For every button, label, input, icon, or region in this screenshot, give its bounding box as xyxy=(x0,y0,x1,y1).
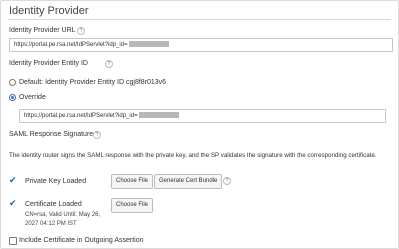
generate-cert-bundle-button[interactable]: Generate Cert Bundle xyxy=(154,174,223,189)
title-divider xyxy=(8,19,391,20)
include-cert-checkbox[interactable] xyxy=(9,237,17,245)
default-entity-radio[interactable] xyxy=(9,79,16,86)
redacted-block xyxy=(138,112,179,119)
private-key-help-icon[interactable]: ? xyxy=(223,177,231,185)
certificate-cn: CN=rsa, Valid Until: May 26, xyxy=(25,212,101,218)
entity-id-help-icon[interactable]: ? xyxy=(105,60,113,68)
idp-url-field[interactable]: https://portal.pe.rsa.net/IdPServlet?idp… xyxy=(9,38,393,52)
saml-signature-label: SAML Response Signature xyxy=(9,131,94,138)
certificate-choose-file-button[interactable]: Choose File xyxy=(111,198,154,213)
certificate-status: Certificate Loaded xyxy=(25,201,82,208)
default-entity-label: Default: Identity Provider Entity ID cgj… xyxy=(19,79,167,86)
entity-id-label: Identity Provider Entity ID xyxy=(9,60,88,67)
identity-provider-panel: Identity Provider Identity Provider URL … xyxy=(0,0,399,249)
override-entity-field[interactable]: https://portal.pe.rsa.net/IdPServlet?idp… xyxy=(19,109,386,123)
idp-url-label: Identity Provider URL xyxy=(9,27,76,34)
override-radio[interactable] xyxy=(9,94,16,101)
saml-signature-help-icon[interactable]: ? xyxy=(93,131,101,139)
idp-url-value: https://portal.pe.rsa.net/IdPServlet?idp… xyxy=(14,42,128,48)
include-cert-label: Include Certificate in Outgoing Assertio… xyxy=(19,237,144,244)
certificate-check-icon: ✔ xyxy=(9,198,17,208)
override-label: Override xyxy=(19,94,46,101)
override-entity-value: https://portal.pe.rsa.net/IdPServlet?idp… xyxy=(24,113,138,119)
saml-signature-description: The identity router signs the SAML respo… xyxy=(9,152,377,159)
section-title: Identity Provider xyxy=(9,5,89,17)
certificate-valid-until: 2027 04:12 PM IST xyxy=(25,221,77,227)
private-key-status: Private Key Loaded xyxy=(25,178,87,185)
idp-url-help-icon[interactable]: ? xyxy=(77,27,85,35)
private-key-check-icon: ✔ xyxy=(9,175,17,185)
private-key-choose-file-button[interactable]: Choose File xyxy=(111,174,154,189)
redacted-block xyxy=(128,41,169,48)
